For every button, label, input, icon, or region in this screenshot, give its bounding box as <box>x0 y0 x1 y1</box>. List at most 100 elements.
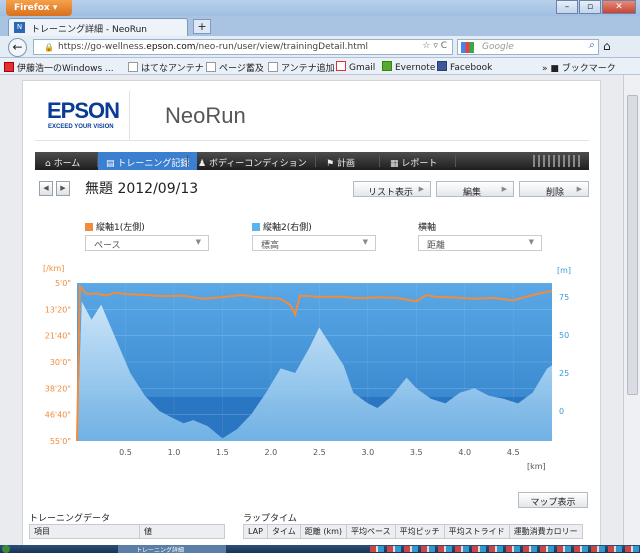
bookmark-item[interactable]: Evernote <box>382 61 435 73</box>
chevron-down-icon: ▼ <box>195 238 201 246</box>
menu-divider <box>379 155 380 167</box>
left-axis-swatch <box>85 223 93 231</box>
left-axis-unit: [/km] <box>43 264 64 273</box>
table-header: 平均ペース <box>346 524 396 539</box>
x-axis-tick-label: 3.0 <box>361 448 374 457</box>
window-controls: – ▫ ✕ <box>555 0 636 14</box>
left-axis-tick-label: 46'40" <box>45 411 71 420</box>
product-name: NeoRun <box>165 103 246 128</box>
home-icon[interactable]: ⌂ <box>603 39 611 53</box>
delete-button[interactable]: 削除 ▶ <box>519 181 589 198</box>
next-record-button[interactable]: ▶ <box>56 181 70 196</box>
map-view-button[interactable]: マップ表示 <box>518 492 588 508</box>
bookmark-item[interactable]: Facebook <box>437 61 492 73</box>
bookmark-item[interactable]: アンテナ追加 <box>268 61 335 74</box>
table-header: 運動消費カロリー <box>508 524 583 539</box>
bookmark-favicon-icon <box>268 62 278 72</box>
url-domain: epson.com <box>146 42 196 52</box>
x-axis-unit: [km] <box>527 462 546 471</box>
scrollbar-thumb[interactable] <box>627 95 638 395</box>
bookmark-star-icon[interactable]: ☆ ▿ C <box>422 41 447 51</box>
bookmark-item[interactable]: はてなアンテナ <box>128 61 204 74</box>
vertical-scrollbar[interactable] <box>623 75 640 545</box>
right-axis-tick-label: 75 <box>559 293 569 302</box>
table-header: 平均ピッチ <box>394 524 445 539</box>
menu-item-body-condition[interactable]: ♟ ボディーコンディション <box>190 152 315 170</box>
left-axis-label: 縦軸1(左側) <box>85 220 145 233</box>
right-axis-label: 縦軸2(右側) <box>252 220 312 233</box>
tab-strip: N トレーニング詳細 - NeoRun + <box>0 16 640 36</box>
right-axis-swatch <box>252 223 260 231</box>
bookmark-favicon-icon <box>4 62 14 72</box>
left-axis-tick-label: 13'20" <box>45 305 71 314</box>
lap-time-table: LAP タイム 距離 (km) 平均ペース 平均ピッチ 平均ストライド 運動消費… <box>243 524 583 539</box>
training-data-table: 項目値 <box>29 524 225 539</box>
right-axis-unit: [m] <box>557 266 571 275</box>
header-divider <box>129 91 130 141</box>
site-favicon-icon: N <box>14 22 25 33</box>
lock-icon: 🔒 <box>44 43 54 52</box>
search-icon[interactable]: ⌕ <box>588 40 594 51</box>
page-container: EPSON EXCEED YOUR VISION NeoRun ⌂ ホーム ▤ … <box>22 80 601 545</box>
taskbar-firefox-window[interactable]: トレーニング詳細 <box>118 545 226 553</box>
new-tab-button[interactable]: + <box>193 19 211 34</box>
search-input[interactable]: Google ⌕ <box>457 39 599 55</box>
x-axis-select[interactable]: 距離 ▼ <box>418 235 542 251</box>
menu-divider <box>187 155 188 167</box>
bookmarks-toolbar: 伊藤浩一のWindows ... はてなアンテナ ページ蓄及 アンテナ追加 Gm… <box>0 58 640 75</box>
menu-item-report[interactable]: ▦ レポート <box>382 152 445 170</box>
table-header: タイム <box>266 524 301 539</box>
edit-button[interactable]: 編集 ▶ <box>436 181 514 198</box>
url-bar[interactable]: 🔒 https://go-wellness.epson.com/neo-run/… <box>33 39 453 55</box>
main-menu: ⌂ ホーム ▤ トレーニング記録 ♟ ボディーコンディション ⚑ 計画 ▦ レポ… <box>35 152 589 170</box>
firefox-menu-button[interactable]: Firefox ▾ <box>6 0 72 16</box>
x-axis-tick-label: 2.5 <box>313 448 326 457</box>
prev-record-button[interactable]: ◀ <box>39 181 53 196</box>
table-header: 距離 (km) <box>299 524 348 539</box>
bookmark-item[interactable]: Gmail <box>336 61 375 73</box>
bookmark-item[interactable]: 伊藤浩一のWindows ... <box>4 61 114 74</box>
tab-training-detail[interactable]: N トレーニング詳細 - NeoRun <box>8 18 188 36</box>
left-axis-tick-label: 38'20" <box>45 384 71 393</box>
epson-logo[interactable]: EPSON <box>47 98 120 124</box>
menu-item-plan[interactable]: ⚑ 計画 <box>318 152 363 170</box>
menu-divider <box>315 155 316 167</box>
bookmark-item[interactable]: ページ蓄及 <box>206 61 264 74</box>
tab-title: トレーニング詳細 - NeoRun <box>31 25 148 35</box>
google-icon <box>461 42 474 53</box>
left-axis-tick-label: 5'0" <box>55 279 71 288</box>
close-window-button[interactable]: ✕ <box>602 0 636 14</box>
menu-divider <box>455 155 456 167</box>
menu-item-training[interactable]: ▤ トレーニング記録 <box>98 152 198 170</box>
x-axis-tick-label: 4.0 <box>458 448 471 457</box>
x-axis-tick-label: 3.5 <box>410 448 423 457</box>
right-axis-select[interactable]: 標高 ▼ <box>252 235 376 251</box>
window-titlebar: Firefox ▾ – ▫ ✕ <box>0 0 640 16</box>
bookmarks-menu[interactable]: » ■ ブックマーク <box>542 61 616 74</box>
right-axis-tick-label: 50 <box>559 331 569 340</box>
left-axis-tick-label: 21'40" <box>45 332 71 341</box>
x-axis-tick-label: 1.0 <box>168 448 181 457</box>
left-axis-tick-label: 55'0" <box>50 437 71 446</box>
bookmark-favicon-icon <box>128 62 138 72</box>
minimize-button[interactable]: – <box>556 0 578 14</box>
chevron-down-icon: ▼ <box>362 238 368 246</box>
site-header: EPSON EXCEED YOUR VISION NeoRun <box>35 91 589 141</box>
pace-elevation-chart: 5'0" 13'20" 21'40" 30'0" 38'20" 46'40" 55'0" 75… <box>43 264 571 471</box>
table-header: 平均ストライド <box>443 524 510 539</box>
back-button[interactable]: ← <box>8 38 27 57</box>
x-axis-tick-label: 0.5 <box>119 448 132 457</box>
table-header: 値 <box>139 524 225 539</box>
page-viewport: EPSON EXCEED YOUR VISION NeoRun ⌂ ホーム ▤ … <box>0 75 623 545</box>
maximize-button[interactable]: ▫ <box>579 0 601 14</box>
start-button[interactable] <box>2 545 10 553</box>
bookmark-favicon-icon <box>206 62 216 72</box>
menu-item-home[interactable]: ⌂ ホーム <box>37 152 88 170</box>
navigation-bar: ← 🔒 https://go-wellness.epson.com/neo-ru… <box>0 36 640 58</box>
table-header: LAP <box>243 524 268 539</box>
arrow-right-icon: ▶ <box>418 185 424 193</box>
x-axis-label: 横軸 <box>418 223 437 233</box>
list-view-button[interactable]: リスト表示 ▶ <box>353 181 431 198</box>
right-axis-tick-label: 0 <box>559 407 564 416</box>
left-axis-select[interactable]: ペース ▼ <box>85 235 209 251</box>
